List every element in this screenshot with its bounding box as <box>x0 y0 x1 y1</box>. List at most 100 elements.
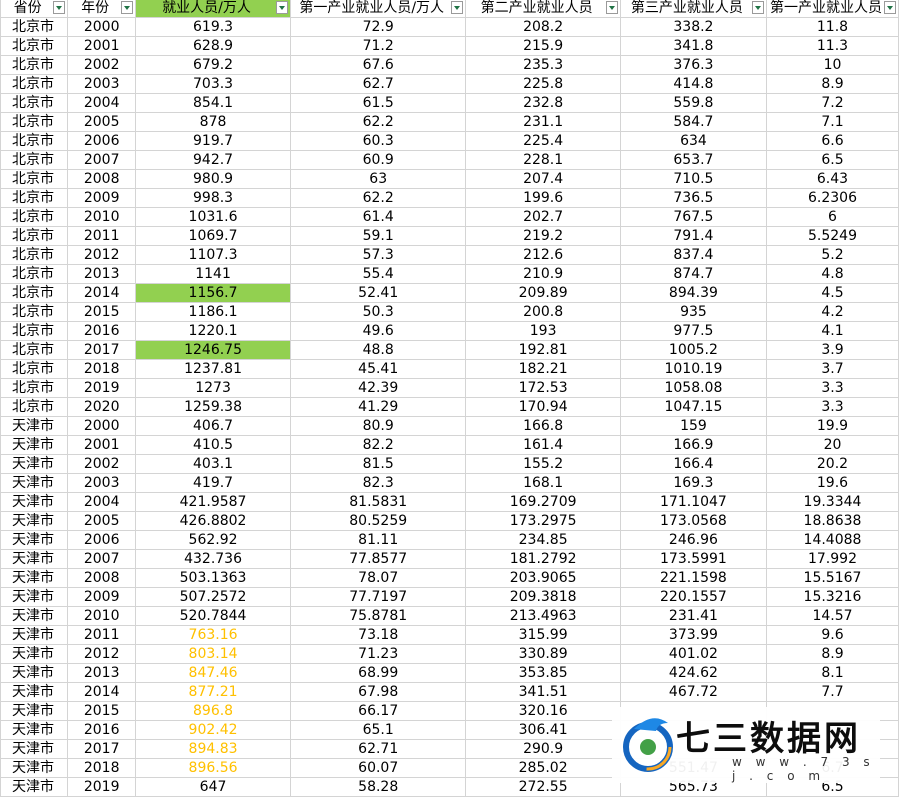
table-cell[interactable]: 8.9 <box>765 644 899 664</box>
table-cell[interactable]: 北京市 <box>0 226 69 246</box>
table-cell[interactable]: 736.5 <box>619 188 767 208</box>
table-cell[interactable]: 2005 <box>67 511 137 531</box>
table-cell[interactable]: 406.7 <box>135 416 292 436</box>
table-cell[interactable]: 376.3 <box>619 55 767 75</box>
table-cell[interactable]: 896.56 <box>135 758 292 778</box>
table-cell[interactable]: 977.5 <box>619 321 767 341</box>
column-header-4[interactable]: 第二产业就业人员 <box>465 0 621 18</box>
table-cell[interactable]: 71.23 <box>290 644 467 664</box>
table-cell[interactable]: 6.5 <box>765 150 899 170</box>
table-cell[interactable]: 6.6 <box>765 131 899 151</box>
table-cell[interactable]: 北京市 <box>0 359 69 379</box>
table-cell[interactable]: 81.5831 <box>290 492 467 512</box>
table-cell[interactable]: 2013 <box>67 663 137 683</box>
table-cell[interactable]: 520.7844 <box>135 606 292 626</box>
table-cell[interactable]: 894.39 <box>619 283 767 303</box>
table-cell[interactable]: 421.9587 <box>135 492 292 512</box>
table-cell[interactable]: 80.5259 <box>290 511 467 531</box>
table-cell[interactable]: 193 <box>465 321 621 341</box>
table-cell[interactable]: 837.4 <box>619 245 767 265</box>
table-cell[interactable]: 373.99 <box>619 625 767 645</box>
table-cell[interactable]: 19.3344 <box>765 492 899 512</box>
table-cell[interactable]: 234.85 <box>465 530 621 550</box>
table-cell[interactable]: 2003 <box>67 74 137 94</box>
table-cell[interactable]: 2012 <box>67 245 137 265</box>
filter-dropdown-icon[interactable] <box>276 1 289 14</box>
table-cell[interactable]: 2008 <box>67 169 137 189</box>
table-cell[interactable]: 2008 <box>67 568 137 588</box>
table-cell[interactable]: 天津市 <box>0 416 69 436</box>
table-cell[interactable]: 414.8 <box>619 74 767 94</box>
table-cell[interactable]: 20.2 <box>765 454 899 474</box>
table-cell[interactable]: 2016 <box>67 321 137 341</box>
table-cell[interactable]: 天津市 <box>0 682 69 702</box>
table-cell[interactable]: 68.99 <box>290 663 467 683</box>
table-cell[interactable]: 6.43 <box>765 169 899 189</box>
table-cell[interactable]: 432.736 <box>135 549 292 569</box>
table-cell[interactable]: 1107.3 <box>135 245 292 265</box>
table-cell[interactable]: 81.11 <box>290 530 467 550</box>
table-cell[interactable]: 791.4 <box>619 226 767 246</box>
column-header-0[interactable]: 省份 <box>0 0 69 18</box>
table-cell[interactable]: 2011 <box>67 625 137 645</box>
table-cell[interactable]: 2006 <box>67 530 137 550</box>
filter-dropdown-icon[interactable] <box>605 1 618 14</box>
table-cell[interactable]: 878 <box>135 112 292 132</box>
table-cell[interactable]: 166.4 <box>619 454 767 474</box>
table-cell[interactable]: 48.8 <box>290 340 467 360</box>
table-cell[interactable]: 7.2 <box>765 93 899 113</box>
table-cell[interactable]: 3.3 <box>765 397 899 417</box>
table-cell[interactable]: 天津市 <box>0 454 69 474</box>
table-cell[interactable]: 66.17 <box>290 701 467 721</box>
table-cell[interactable]: 41.29 <box>290 397 467 417</box>
table-cell[interactable]: 2013 <box>67 264 137 284</box>
table-cell[interactable]: 65.1 <box>290 720 467 740</box>
table-cell[interactable]: 2017 <box>67 739 137 759</box>
table-cell[interactable]: 59.1 <box>290 226 467 246</box>
column-header-2[interactable]: 就业人员/万人 <box>135 0 292 18</box>
table-cell[interactable]: 天津市 <box>0 473 69 493</box>
table-cell[interactable]: 235.3 <box>465 55 621 75</box>
table-cell[interactable]: 584.7 <box>619 112 767 132</box>
table-cell[interactable]: 19.6 <box>765 473 899 493</box>
table-cell[interactable]: 231.1 <box>465 112 621 132</box>
table-cell[interactable]: 62.7 <box>290 74 467 94</box>
table-cell[interactable]: 天津市 <box>0 492 69 512</box>
table-cell[interactable]: 170.94 <box>465 397 621 417</box>
table-cell[interactable]: 169.2709 <box>465 492 621 512</box>
table-cell[interactable]: 803.14 <box>135 644 292 664</box>
table-cell[interactable]: 320.16 <box>465 701 621 721</box>
table-cell[interactable]: 2009 <box>67 587 137 607</box>
table-cell[interactable]: 67.98 <box>290 682 467 702</box>
filter-dropdown-icon[interactable] <box>751 1 764 14</box>
table-cell[interactable]: 2015 <box>67 701 137 721</box>
table-cell[interactable]: 52.41 <box>290 283 467 303</box>
table-cell[interactable]: 82.2 <box>290 435 467 455</box>
table-cell[interactable]: 2002 <box>67 454 137 474</box>
table-cell[interactable]: 1220.1 <box>135 321 292 341</box>
table-cell[interactable]: 2004 <box>67 93 137 113</box>
table-cell[interactable]: 710.5 <box>619 169 767 189</box>
table-cell[interactable]: 203.9065 <box>465 568 621 588</box>
table-cell[interactable]: 2017 <box>67 340 137 360</box>
table-cell[interactable]: 1010.19 <box>619 359 767 379</box>
table-cell[interactable]: 231.41 <box>619 606 767 626</box>
table-cell[interactable]: 306.41 <box>465 720 621 740</box>
table-cell[interactable]: 207.4 <box>465 169 621 189</box>
table-cell[interactable]: 202.7 <box>465 207 621 227</box>
table-cell[interactable]: 2001 <box>67 435 137 455</box>
table-cell[interactable]: 902.42 <box>135 720 292 740</box>
table-cell[interactable]: 北京市 <box>0 302 69 322</box>
table-cell[interactable]: 998.3 <box>135 188 292 208</box>
table-cell[interactable]: 338.2 <box>619 17 767 37</box>
table-cell[interactable]: 1058.08 <box>619 378 767 398</box>
filter-dropdown-icon[interactable] <box>884 1 896 14</box>
table-cell[interactable]: 173.0568 <box>619 511 767 531</box>
table-cell[interactable]: 246.96 <box>619 530 767 550</box>
table-cell[interactable]: 220.1557 <box>619 587 767 607</box>
table-cell[interactable]: 60.3 <box>290 131 467 151</box>
table-cell[interactable]: 467.72 <box>619 682 767 702</box>
table-cell[interactable]: 653.7 <box>619 150 767 170</box>
table-cell[interactable]: 17.992 <box>765 549 899 569</box>
table-cell[interactable]: 天津市 <box>0 625 69 645</box>
